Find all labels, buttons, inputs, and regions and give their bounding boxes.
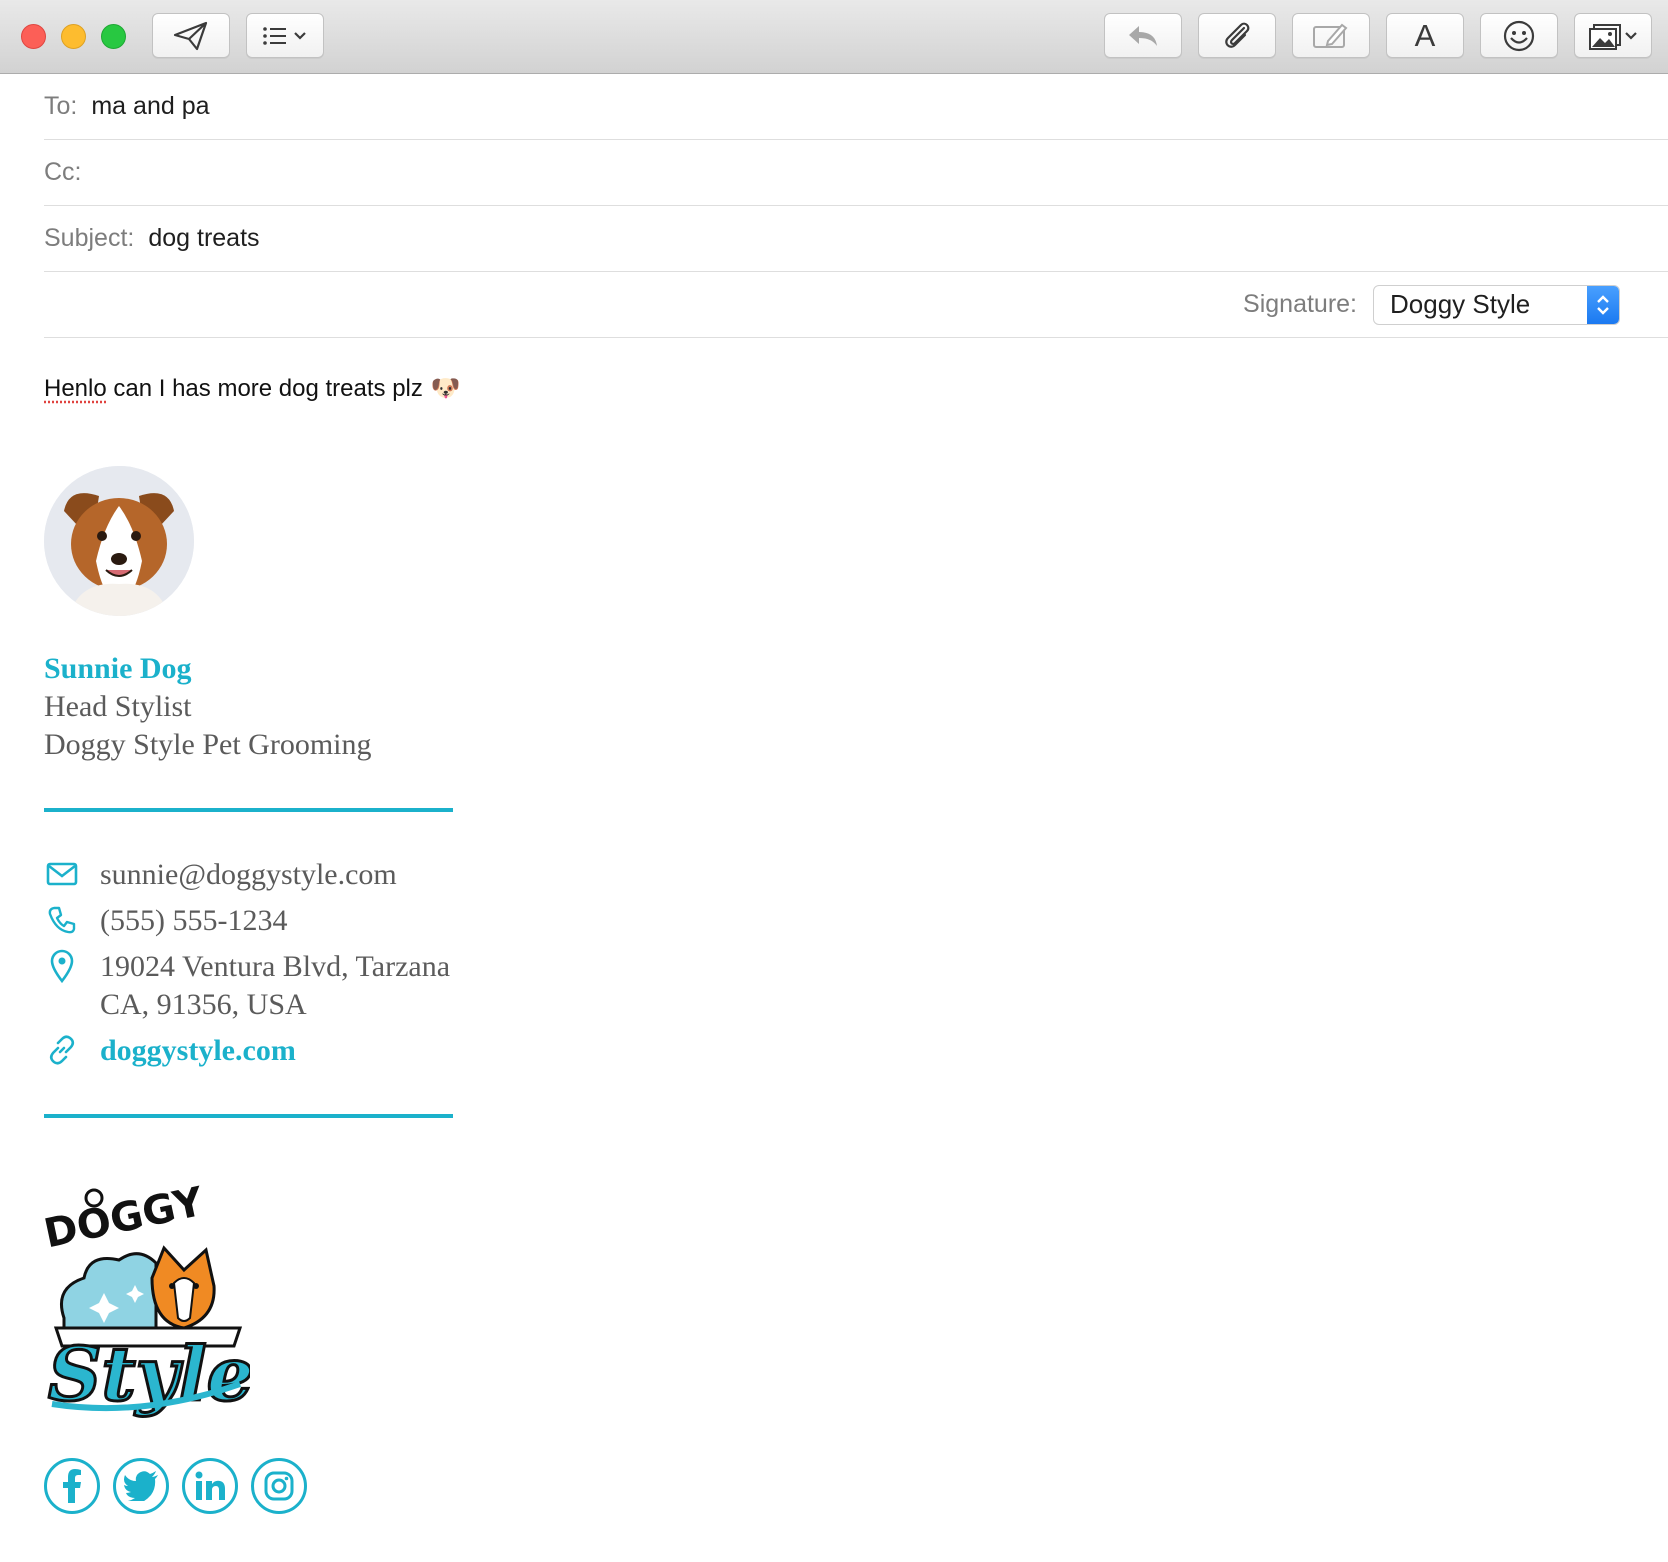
logo-letters: DOGGY xyxy=(44,1179,208,1258)
signature-select-value: Doggy Style xyxy=(1390,289,1531,319)
close-window-button[interactable] xyxy=(21,24,46,49)
contact-website[interactable]: doggystyle.com xyxy=(100,1032,296,1070)
photo-browser-button[interactable] xyxy=(1574,13,1652,58)
send-button[interactable] xyxy=(152,13,230,58)
message-text: can I has more dog treats plz xyxy=(106,374,423,402)
contact-address-row: 19024 Ventura Blvd, Tarzana CA, 91356, U… xyxy=(44,948,450,1024)
cc-label: Cc: xyxy=(44,158,82,186)
subject-label: Subject: xyxy=(44,224,135,252)
contact-address-line1: 19024 Ventura Blvd, Tarzana xyxy=(100,950,451,983)
reply-icon xyxy=(1129,25,1157,46)
location-pin-icon xyxy=(44,948,80,984)
linkedin-icon xyxy=(195,1471,225,1500)
to-label: To: xyxy=(44,92,78,120)
facebook-icon xyxy=(63,1469,81,1503)
reply-button[interactable] xyxy=(1104,13,1182,58)
link-icon xyxy=(44,1032,80,1068)
smiley-icon xyxy=(1503,20,1535,51)
window-toolbar: A xyxy=(0,0,1668,74)
contact-address-line2: CA, 91356, USA xyxy=(100,988,307,1021)
photo-browser-icon xyxy=(1589,23,1637,50)
twitter-icon xyxy=(123,1471,158,1501)
misspelled-word[interactable]: Henlo xyxy=(44,375,107,403)
message-body[interactable]: Henlo can I has more dog treats plz 🐶 xyxy=(44,374,461,403)
doggy-style-logo: DOGGY Style xyxy=(40,1178,255,1420)
font-button[interactable]: A xyxy=(1386,13,1464,58)
signature-label: Signature: xyxy=(1243,290,1357,318)
signature-row: Signature: Doggy Style xyxy=(44,272,1668,338)
contact-website-row: doggystyle.com xyxy=(44,1032,296,1070)
avatar xyxy=(44,466,194,616)
subject-field[interactable]: Subject: dog treats xyxy=(44,206,1668,272)
signature-divider-top xyxy=(44,808,453,812)
emoji-button[interactable] xyxy=(1480,13,1558,58)
twitter-link[interactable] xyxy=(113,1458,169,1514)
instagram-link[interactable] xyxy=(251,1458,307,1514)
cc-field[interactable]: Cc: xyxy=(44,140,1668,206)
to-field[interactable]: To: ma and pa xyxy=(44,74,1668,140)
select-arrows-icon xyxy=(1587,285,1619,324)
contact-email-row: sunnie@doggystyle.com xyxy=(44,856,397,894)
markup-button[interactable] xyxy=(1292,13,1370,58)
zoom-window-button[interactable] xyxy=(101,24,126,49)
envelope-icon xyxy=(44,856,80,892)
signature-company: Doggy Style Pet Grooming xyxy=(44,728,372,761)
minimize-window-button[interactable] xyxy=(61,24,86,49)
to-value[interactable]: ma and pa xyxy=(91,92,209,121)
list-format-icon xyxy=(263,26,306,45)
facebook-link[interactable] xyxy=(44,1458,100,1514)
contact-phone-row: (555) 555-1234 xyxy=(44,902,287,940)
send-icon xyxy=(173,21,208,50)
social-links xyxy=(44,1458,320,1514)
subject-value[interactable]: dog treats xyxy=(148,224,259,253)
dog-face-emoji: 🐶 xyxy=(430,375,461,402)
attach-button[interactable] xyxy=(1198,13,1276,58)
signature-select[interactable]: Doggy Style xyxy=(1373,284,1620,325)
font-letter: A xyxy=(1414,18,1436,53)
signature-title: Head Stylist xyxy=(44,690,192,723)
contact-email[interactable]: sunnie@doggystyle.com xyxy=(100,856,397,894)
contact-phone[interactable]: (555) 555-1234 xyxy=(100,902,287,940)
markup-icon xyxy=(1313,23,1348,48)
instagram-icon xyxy=(264,1471,294,1501)
format-list-button[interactable] xyxy=(246,13,324,58)
paperclip-icon xyxy=(1225,22,1250,48)
signature-name: Sunnie Dog xyxy=(44,652,192,685)
linkedin-link[interactable] xyxy=(182,1458,238,1514)
signature-divider-bottom xyxy=(44,1114,453,1118)
phone-icon xyxy=(44,902,80,938)
